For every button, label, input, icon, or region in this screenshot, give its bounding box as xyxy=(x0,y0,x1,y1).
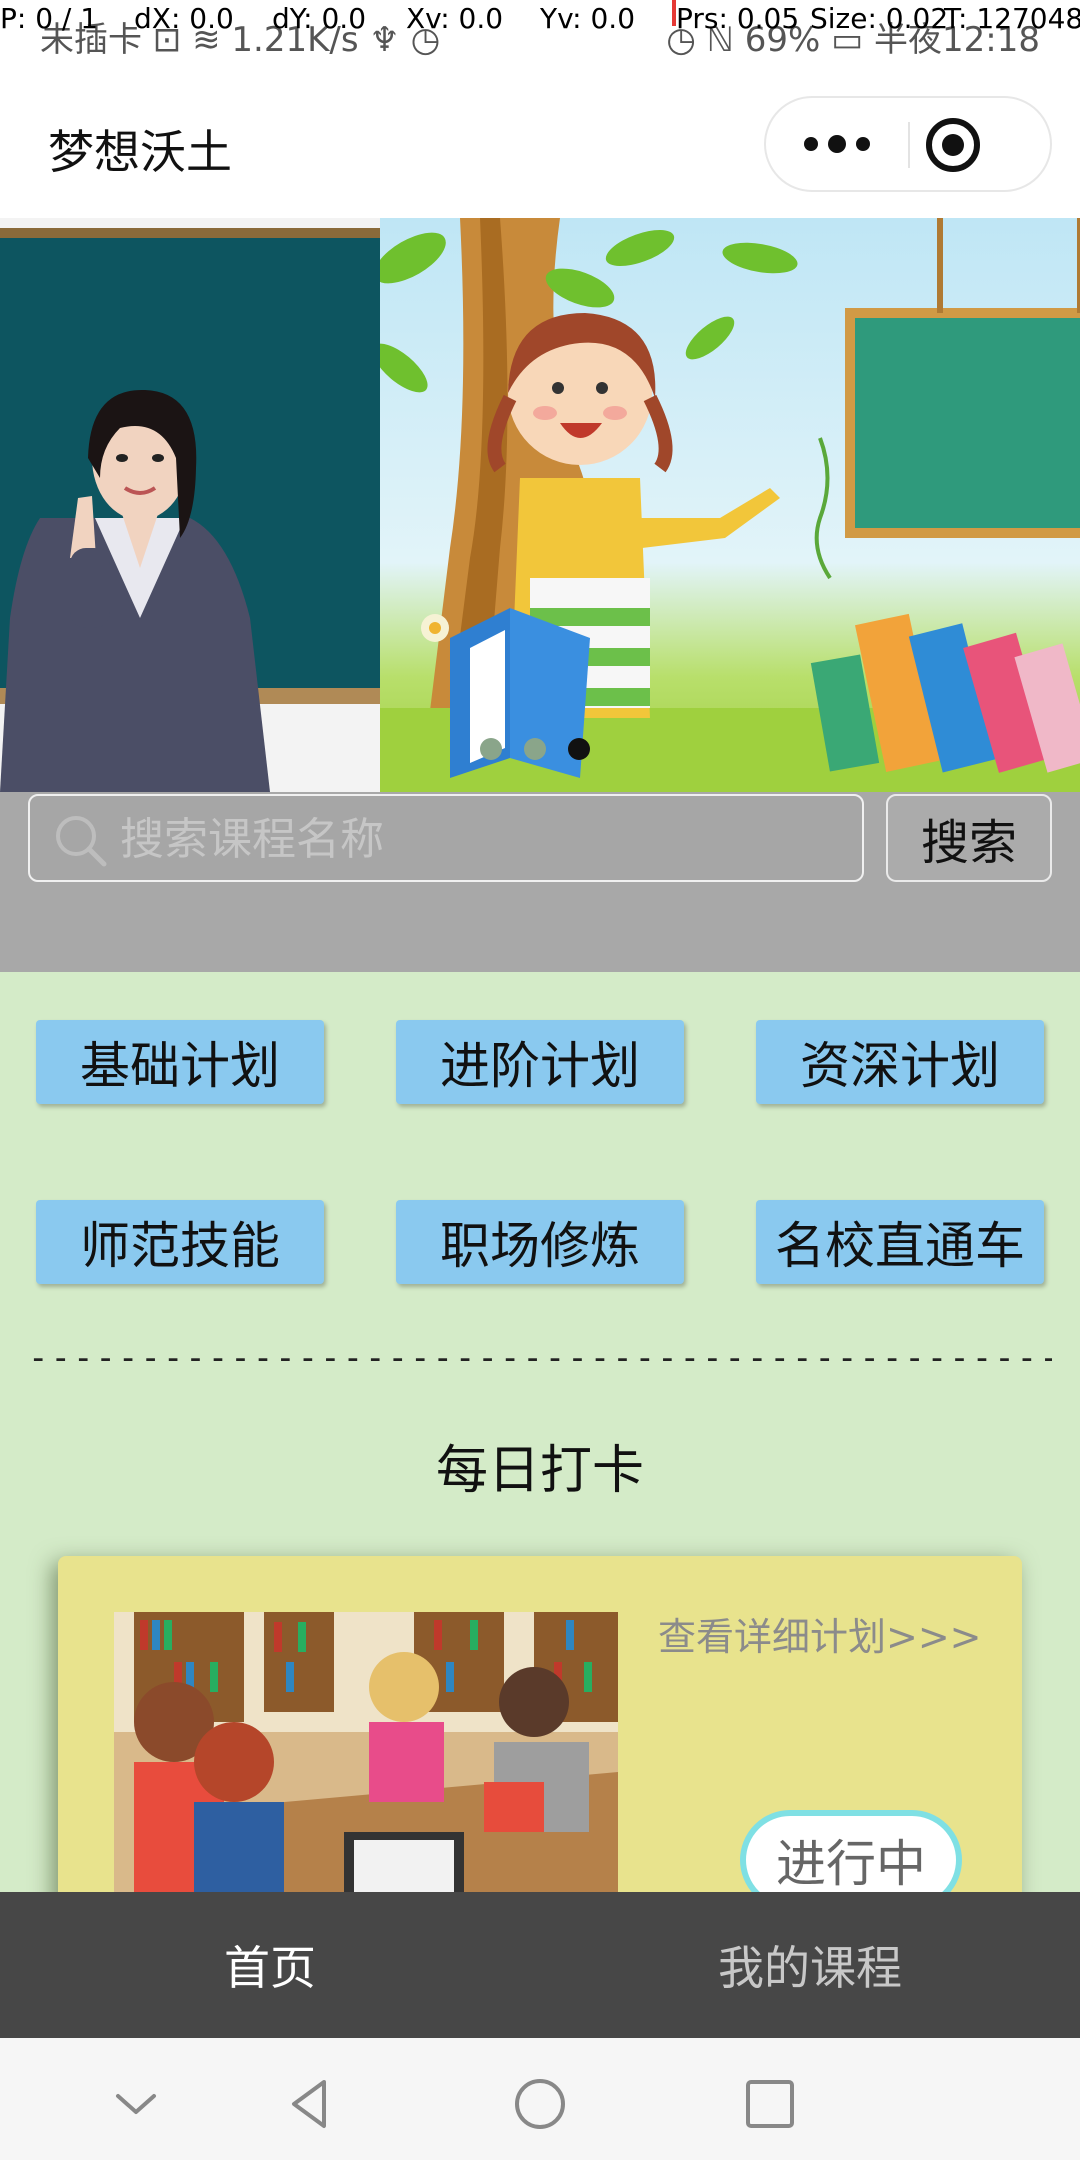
banner-slide-teacher[interactable] xyxy=(0,218,380,792)
title-bar: 梦想沃土 xyxy=(0,62,1080,218)
page-title: 梦想沃土 xyxy=(48,125,232,179)
carousel-dot[interactable] xyxy=(524,738,546,760)
debug-yv: Yv: 0.0 xyxy=(540,2,636,35)
more-dot-icon xyxy=(828,135,846,153)
search-area: 搜索 xyxy=(0,792,1080,972)
debug-p: P: 0 / 1 xyxy=(0,2,99,35)
carousel-indicator xyxy=(480,738,590,760)
girl-reading-illustration xyxy=(372,218,1080,792)
more-dot-icon xyxy=(804,137,818,151)
debug-xv: Xv: 0.0 xyxy=(406,2,504,35)
tab-my-courses[interactable]: 我的课程 xyxy=(540,1892,1080,2038)
plan-basic-button[interactable]: 基础计划 xyxy=(36,1020,324,1104)
pointer-debug-overlay: P: 0 / 1 dX: 0.0 dY: 0.0 Xv: 0.0 Yv: 0.0… xyxy=(0,0,1080,40)
plan-workplace-button[interactable]: 职场修炼 xyxy=(396,1200,684,1284)
banner-carousel[interactable] xyxy=(0,218,1080,792)
tab-home[interactable]: 首页 xyxy=(0,1892,540,2038)
mini-program-capsule xyxy=(764,96,1052,192)
chevron-down-icon[interactable] xyxy=(106,2074,166,2134)
system-nav-bar xyxy=(0,2038,1080,2160)
library-study-image xyxy=(114,1612,618,1912)
back-triangle-icon[interactable] xyxy=(280,2074,340,2134)
search-input[interactable] xyxy=(120,804,840,874)
close-target-icon[interactable] xyxy=(926,118,980,172)
plan-senior-button[interactable]: 资深计划 xyxy=(756,1020,1044,1104)
teacher-illustration xyxy=(0,389,270,792)
more-button[interactable] xyxy=(766,98,908,190)
bottom-tab-bar: 首页 我的课程 xyxy=(0,1892,1080,2038)
plan-teaching-skills-button[interactable]: 师范技能 xyxy=(36,1200,324,1284)
view-plan-detail-link[interactable]: 查看详细计划>>> xyxy=(658,1606,982,1661)
checkin-section-title: 每日打卡 xyxy=(435,1441,644,1501)
dashed-divider: ----------------------------------------… xyxy=(28,1338,1052,1378)
search-box[interactable] xyxy=(28,794,864,882)
search-button[interactable]: 搜索 xyxy=(886,794,1052,882)
carousel-dot[interactable] xyxy=(480,738,502,760)
plan-advanced-button[interactable]: 进阶计划 xyxy=(396,1020,684,1104)
banner-slide-girl[interactable] xyxy=(372,218,1080,792)
carousel-dot-active[interactable] xyxy=(568,738,590,760)
debug-dy: dY: 0.0 xyxy=(272,2,367,35)
debug-t: T: 127048 xyxy=(944,2,1080,35)
more-dot-icon xyxy=(856,137,870,151)
plan-elite-school-button[interactable]: 名校直通车 xyxy=(756,1200,1044,1284)
debug-size: Size: 0.02 xyxy=(810,2,949,35)
search-icon xyxy=(56,816,107,867)
home-circle-icon[interactable] xyxy=(510,2074,570,2134)
checkin-card[interactable]: 查看详细计划>>> 进行中 xyxy=(58,1556,1022,1916)
capsule-divider xyxy=(908,122,910,168)
debug-prs: Prs: 0.05 xyxy=(676,2,800,35)
debug-dx: dX: 0.0 xyxy=(134,2,234,35)
recents-square-icon[interactable] xyxy=(740,2074,800,2134)
